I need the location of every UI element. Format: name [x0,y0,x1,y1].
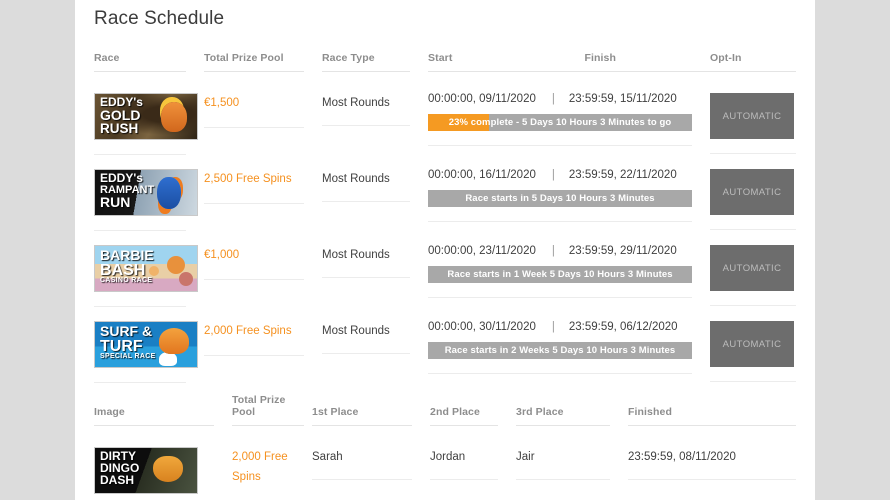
prize-pool-cell: 2,500 Free Spins [204,155,322,231]
past-header-row: Image Total Prize Pool 1st Place 2nd Pla… [94,394,796,433]
race-thumbnail-cell: BARBIE BASH CASINO RACE [94,231,204,307]
opt-in-cell: AUTOMATIC [710,79,797,155]
datetime-separator: | [551,321,555,333]
race-progress-bar: Race starts in 1 Week 5 Days 10 Hours 3 … [428,266,693,283]
column-header-race: Race [94,52,204,79]
finish-datetime: 23:59:59, 06/12/2020 [568,321,678,333]
opt-in-button[interactable]: AUTOMATIC [710,93,795,139]
table-row[interactable]: DIRTY DINGO DASH 2,000 Free Spins Sarah … [94,433,796,500]
race-timing-cell: 00:00:00, 09/11/2020 | 23:59:59, 15/11/2… [428,79,710,155]
prize-pool-value: 2,000 Free Spins [204,325,292,337]
thumbnail-title: SURF & TURF SPECIAL RACE [100,323,156,361]
past-prize-cell: 2,000 Free Spins [232,433,312,500]
past-thumbnail-cell: DIRTY DINGO DASH [94,433,232,500]
column-header-finished: Finished [628,394,796,433]
race-progress-bar: Race starts in 5 Days 10 Hours 3 Minutes [428,190,693,207]
race-timing-cell: 00:00:00, 30/11/2020 | 23:59:59, 06/12/2… [428,307,710,383]
barbie-bash-thumbnail[interactable]: BARBIE BASH CASINO RACE [94,245,198,292]
opt-in-cell: AUTOMATIC [710,307,797,383]
opt-in-cell: AUTOMATIC [710,231,797,307]
table-row[interactable]: BARBIE BASH CASINO RACE €1,000 Most Roun… [94,231,797,307]
thumbnail-title: BARBIE BASH CASINO RACE [100,247,154,285]
prize-pool-cell: 2,000 Free Spins [204,307,322,383]
first-place-cell: Sarah [312,433,430,500]
column-header-race-type: Race Type [322,52,428,79]
start-datetime: 00:00:00, 09/11/2020 [428,93,536,105]
eddys-rampant-run-thumbnail[interactable]: EDDY's RAMPANT RUN [94,169,198,216]
past-races-table: Image Total Prize Pool 1st Place 2nd Pla… [94,394,796,500]
start-datetime: 00:00:00, 16/11/2020 [428,169,536,181]
race-type-value: Most Rounds [322,249,390,261]
opt-in-button[interactable]: AUTOMATIC [710,169,795,215]
race-thumbnail-cell: EDDY's RAMPANT RUN [94,155,204,231]
column-header-3rd-place: 3rd Place [516,394,628,433]
progress-status-text: Race starts in 2 Weeks 5 Days 10 Hours 3… [444,345,676,356]
prize-pool-value: €1,000 [204,249,240,261]
third-place-cell: Jair [516,433,628,500]
thumbnail-title: EDDY's GOLD RUSH [100,95,143,137]
column-header-2nd-place: 2nd Place [430,394,516,433]
race-type-value: Most Rounds [322,97,390,109]
datetime-separator: | [551,245,555,257]
first-place-value: Sarah [312,451,343,463]
column-header-image: Image [94,394,232,433]
race-schedule-table: Race Total Prize Pool Race Type Start Fin… [94,52,797,383]
second-place-cell: Jordan [430,433,516,500]
finished-value: 23:59:59, 08/11/2020 [628,451,736,463]
second-place-value: Jordan [430,451,466,463]
progress-status-text: 23% complete - 5 Days 10 Hours 3 Minutes… [448,117,672,128]
surf-and-turf-thumbnail[interactable]: SURF & TURF SPECIAL RACE [94,321,198,368]
prize-pool-value: 2,000 Free Spins [232,451,288,483]
thumbnail-title: DIRTY DINGO DASH [100,449,140,487]
finish-datetime: 23:59:59, 22/11/2020 [568,169,677,181]
prize-pool-cell: €1,500 [204,79,322,155]
column-header-total-prize-pool: Total Prize Pool [204,52,322,79]
column-header-1st-place: 1st Place [312,394,430,433]
race-timing-cell: 00:00:00, 23/11/2020 | 23:59:59, 29/11/2… [428,231,710,307]
race-type-cell: Most Rounds [322,79,428,155]
race-progress-bar: Race starts in 2 Weeks 5 Days 10 Hours 3… [428,342,693,359]
column-header-opt-in: Opt-In [710,52,797,79]
finish-datetime: 23:59:59, 29/11/2020 [568,245,677,257]
table-row[interactable]: EDDY's RAMPANT RUN 2,500 Free Spins Most… [94,155,797,231]
column-header-total-prize-pool: Total Prize Pool [232,394,312,433]
content-card: Race Schedule Race Total Prize Pool Race… [75,0,815,500]
start-datetime: 00:00:00, 23/11/2020 [428,245,536,257]
race-thumbnail-cell: EDDY's GOLD RUSH [94,79,204,155]
third-place-value: Jair [516,451,535,463]
opt-in-button[interactable]: AUTOMATIC [710,321,795,367]
progress-status-text: Race starts in 5 Days 10 Hours 3 Minutes [465,193,655,204]
page-root: Race Schedule Race Total Prize Pool Race… [0,0,890,500]
race-timing-cell: 00:00:00, 16/11/2020 | 23:59:59, 22/11/2… [428,155,710,231]
eddys-gold-rush-thumbnail[interactable]: EDDY's GOLD RUSH [94,93,198,140]
race-type-cell: Most Rounds [322,231,428,307]
prize-pool-value: 2,500 Free Spins [204,173,292,185]
datetime-separator: | [551,93,555,105]
race-progress-bar: 23% complete - 5 Days 10 Hours 3 Minutes… [428,114,693,131]
race-type-cell: Most Rounds [322,155,428,231]
table-row[interactable]: EDDY's GOLD RUSH €1,500 Most Rounds 00:0… [94,79,797,155]
prize-pool-value: €1,500 [204,97,240,109]
finished-cell: 23:59:59, 08/11/2020 [628,433,796,500]
dirty-dingo-dash-thumbnail[interactable]: DIRTY DINGO DASH [94,447,198,494]
progress-status-text: Race starts in 1 Week 5 Days 10 Hours 3 … [447,269,673,280]
page-title-race-schedule: Race Schedule [94,8,225,29]
column-header-start: Start Finish [428,52,711,79]
schedule-header-row: Race Total Prize Pool Race Type Start Fin… [94,52,797,79]
table-row[interactable]: SURF & TURF SPECIAL RACE 2,000 Free Spin… [94,307,797,383]
datetime-separator: | [551,169,555,181]
race-type-value: Most Rounds [322,173,390,185]
opt-in-cell: AUTOMATIC [710,155,797,231]
finish-datetime: 23:59:59, 15/11/2020 [568,93,677,105]
race-type-value: Most Rounds [322,325,390,337]
thumbnail-title: EDDY's RAMPANT RUN [100,171,155,210]
race-type-cell: Most Rounds [322,307,428,383]
opt-in-button[interactable]: AUTOMATIC [710,245,795,291]
start-datetime: 00:00:00, 30/11/2020 [428,321,536,333]
prize-pool-cell: €1,000 [204,231,322,307]
